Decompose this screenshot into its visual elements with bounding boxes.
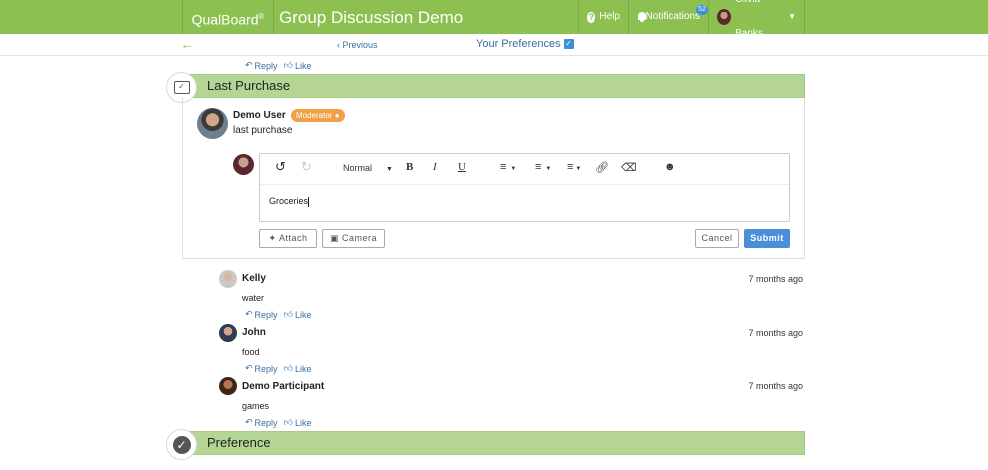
editor-content[interactable]: Groceries [269, 196, 310, 207]
like-link[interactable]: 👍︎ Like [284, 363, 312, 374]
notifications-button[interactable]: Notifications [628, 0, 708, 34]
help-button[interactable]: ? Help [578, 0, 628, 34]
post-author: Demo User [233, 110, 286, 121]
section-title: Preference [207, 435, 271, 450]
help-icon: ? [587, 11, 596, 23]
reply-like-row: ↶ Reply 👍︎ Like [245, 417, 311, 428]
comment-icon: ✓ [173, 81, 190, 94]
thumbs-up-icon: 👍︎ [283, 60, 293, 70]
thumbs-up-icon: 👍︎ [283, 417, 293, 427]
like-link[interactable]: 👍︎ Like [284, 309, 312, 320]
top-header: QualBoard® Group Discussion Demo ? Help … [0, 0, 988, 39]
paperclip-icon: ✦ [268, 233, 277, 243]
reply-link[interactable]: ↶ Reply [245, 309, 278, 320]
camera-button[interactable]: ▣ Camera [322, 229, 385, 248]
chevron-down-icon: ▼ [788, 12, 796, 21]
emoji-icon[interactable]: ☻ [664, 161, 676, 173]
comment-author: John [242, 327, 266, 338]
comment-time: 7 months ago [748, 381, 803, 391]
caret-down-icon: ▼ [386, 166, 393, 173]
brand-logo[interactable]: QualBoard® [182, 0, 274, 34]
avatar [717, 9, 732, 25]
reply-icon: ↶ [245, 363, 253, 373]
like-link[interactable]: 👍︎ Like [284, 60, 312, 71]
sub-navigation: ← ‹ Previous Your Preferences ✓ [0, 34, 988, 56]
underline-icon[interactable]: U [458, 161, 466, 173]
comment-author: Demo Participant [242, 381, 325, 392]
reply-like-row: ↶ Reply 👍︎ Like [245, 309, 311, 320]
reply-icon: ↶ [245, 309, 253, 319]
section-icon: ✓ [166, 429, 197, 460]
italic-icon[interactable]: I [433, 161, 437, 173]
bold-icon[interactable]: B [406, 161, 413, 173]
back-arrow-icon[interactable]: ← [180, 36, 194, 52]
reply-icon: ↶ [245, 417, 253, 427]
editor-toolbar: ↺ ↻ Normal ▼ B I U ≡ ▼ ≡ ▼ ≡ ▼ 🔗︎ ⌫ ☻ [260, 154, 789, 185]
thumbs-up-icon: 👍︎ [283, 309, 293, 319]
eraser-icon[interactable]: ⌫ [621, 161, 637, 174]
comment-author: Kelly [242, 273, 266, 284]
post-text: last purchase [233, 125, 293, 136]
notifications-badge: 52 [696, 5, 708, 15]
comment-time: 7 months ago [748, 274, 803, 284]
section-title: Last Purchase [207, 78, 291, 93]
reply-like-row: ↶ Reply 👍︎ Like [245, 363, 311, 374]
align-icon[interactable]: ≡ ▼ [567, 161, 581, 173]
comment-time: 7 months ago [748, 328, 803, 338]
flame-icon: ● [334, 111, 340, 120]
bell-icon [637, 11, 646, 23]
user-menu[interactable]: Olivia Banks ▼ [708, 0, 805, 39]
reply-link[interactable]: ↶ Reply [245, 417, 278, 428]
previous-link[interactable]: ‹ Previous [337, 40, 378, 50]
avatar [219, 324, 237, 342]
moderator-badge: Moderator ● [291, 109, 345, 122]
bullet-list-icon[interactable]: ≡ ▼ [535, 161, 551, 173]
redo-icon[interactable]: ↻ [301, 159, 312, 175]
reply-link[interactable]: ↶ Reply [245, 363, 278, 374]
submit-button[interactable]: Submit [744, 229, 790, 248]
section-header-preference [182, 431, 805, 455]
camera-icon: ▣ [329, 233, 339, 243]
page-title: Group Discussion Demo [279, 8, 464, 27]
reply-like-row: ↶ Reply 👍︎ Like [245, 60, 311, 71]
ordered-list-icon[interactable]: ≡ ▼ [500, 161, 516, 173]
thumbs-up-icon: 👍︎ [283, 363, 293, 373]
text-caret [308, 196, 310, 207]
avatar [197, 108, 228, 139]
check-circle-icon: ✓ [172, 435, 191, 454]
like-link[interactable]: 👍︎ Like [284, 417, 312, 428]
cancel-button[interactable]: Cancel [695, 229, 739, 248]
reply-icon: ↶ [245, 60, 253, 70]
comment-text: food [242, 347, 260, 357]
avatar [219, 270, 237, 288]
avatar [233, 154, 254, 175]
attach-button[interactable]: ✦ Attach [259, 229, 317, 248]
undo-icon[interactable]: ↺ [275, 159, 286, 175]
format-select[interactable]: Normal ▼ [343, 163, 393, 173]
reply-editor[interactable]: ↺ ↻ Normal ▼ B I U ≡ ▼ ≡ ▼ ≡ ▼ 🔗︎ ⌫ ☻ Grocer… [259, 153, 790, 222]
comment-text: water [242, 293, 265, 303]
avatar [219, 377, 237, 395]
your-preferences-link[interactable]: Your Preferences ✓ [476, 38, 574, 50]
comment-text: games [242, 401, 270, 411]
reply-link[interactable]: ↶ Reply [245, 60, 278, 71]
dropdown-check-icon: ✓ [563, 39, 574, 49]
link-icon[interactable]: 🔗︎ [595, 161, 609, 174]
